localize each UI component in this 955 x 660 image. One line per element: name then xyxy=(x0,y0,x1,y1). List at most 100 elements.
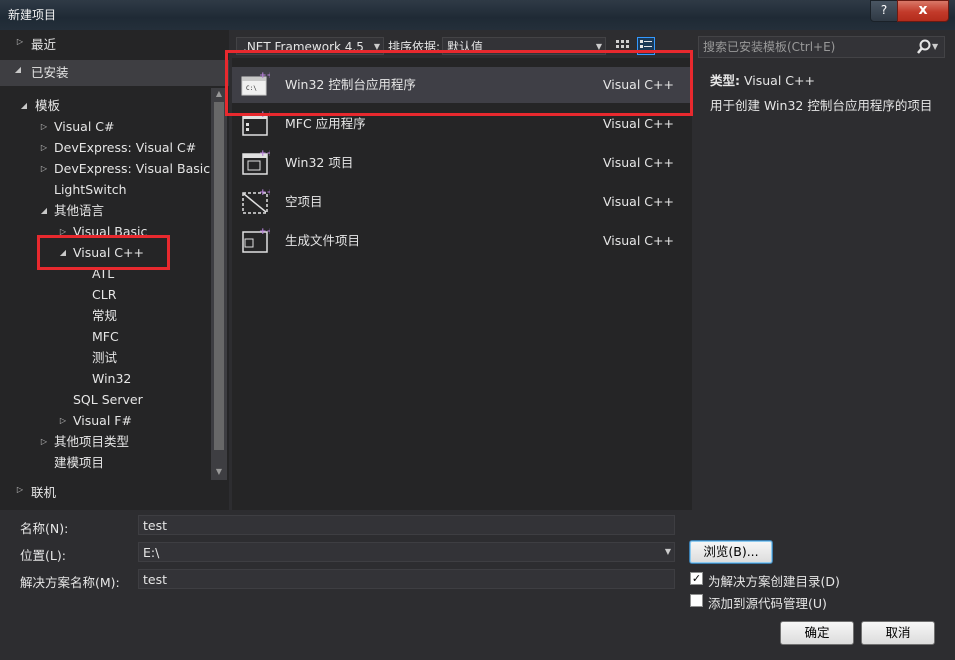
source-control-label: 添加到源代码管理(U) xyxy=(708,596,827,611)
scroll-down-icon[interactable]: ▼ xyxy=(214,466,224,478)
tree-section-label: 已安装 xyxy=(31,65,69,80)
tree-section-online[interactable]: ▷ 联机 xyxy=(0,480,229,506)
description-text: 用于创建 Win32 控制台应用程序的项目 xyxy=(710,98,933,113)
chevron-down-icon[interactable]: ▼ xyxy=(932,39,938,55)
tree-item-label: 其他项目类型 xyxy=(54,434,130,449)
template-description: 类型: Visual C++ 用于创建 Win32 控制台应用程序的项目 xyxy=(710,68,950,118)
template-row-makefile[interactable]: ++ 生成文件项目 Visual C++ xyxy=(232,223,692,259)
sort-label: 排序依据: xyxy=(388,40,441,54)
description-type-value: Visual C++ xyxy=(743,73,815,88)
tree-scrollbar[interactable]: ▲ ▼ xyxy=(211,88,227,480)
ok-button[interactable]: 确定 xyxy=(780,621,854,645)
svg-text:C:\: C:\ xyxy=(246,85,257,92)
tree-item-label: 常规 xyxy=(92,308,118,323)
makefile-project-icon: ++ xyxy=(242,227,270,253)
location-combo[interactable]: E:\ ▼ xyxy=(138,542,675,562)
tree-item-label: Visual F# xyxy=(73,413,132,428)
tree-item-label: 测试 xyxy=(92,350,118,365)
tree-item-label: LightSwitch xyxy=(54,182,127,197)
tree-section-label: 最近 xyxy=(31,37,57,52)
create-directory-checkbox[interactable]: ✓ xyxy=(690,572,703,585)
solution-name-input[interactable]: test xyxy=(138,569,675,589)
framework-select[interactable]: .NET Framework 4.5 ▼ xyxy=(236,37,384,55)
source-control-checkbox[interactable] xyxy=(690,594,703,607)
window-title: 新建项目 xyxy=(8,8,57,22)
template-name: 空项目 xyxy=(285,194,323,209)
dialog-body: ▷ 最近 ◢ 已安装 ◢ 模板 ▷ Visual C# ▷ DevExpress: V… xyxy=(0,30,955,660)
template-language: Visual C++ xyxy=(603,233,674,248)
description-type-label: 类型: xyxy=(710,73,740,88)
tree-item-label: MFC xyxy=(92,329,119,344)
template-tree: ▷ 最近 ◢ 已安装 ◢ 模板 ▷ Visual C# ▷ DevExpress: V… xyxy=(0,30,229,510)
tree-item-label: Visual Basic xyxy=(73,224,148,239)
template-name: Win32 项目 xyxy=(285,155,354,170)
tree-item-label: Visual C++ xyxy=(73,245,144,260)
tree-section-recent[interactable]: ▷ 最近 xyxy=(0,32,229,58)
template-toolbar: .NET Framework 4.5 ▼ 排序依据: 默认值 ▼ xyxy=(232,30,692,58)
expand-arrow-icon[interactable]: ▷ xyxy=(38,432,50,452)
expand-arrow-icon: ▷ xyxy=(16,485,24,494)
name-input[interactable]: test xyxy=(138,515,675,535)
location-value: E:\ xyxy=(143,545,160,560)
sort-select[interactable]: 默认值 ▼ xyxy=(442,37,606,55)
tree-item-label: DevExpress: Visual Basic xyxy=(54,161,211,176)
svg-text:++: ++ xyxy=(259,149,270,159)
collapse-arrow-icon[interactable]: ◢ xyxy=(57,243,69,263)
expand-arrow-icon[interactable]: ▷ xyxy=(57,222,69,242)
list-view-icon xyxy=(640,40,652,53)
template-list: C:\ ++ Win32 控制台应用程序 Visual C++ ++ MFC 应… xyxy=(232,58,692,510)
tree-section-installed[interactable]: ◢ 已安装 xyxy=(0,60,229,86)
template-row-win32[interactable]: ++ Win32 项目 Visual C++ xyxy=(232,145,692,181)
search-input[interactable] xyxy=(701,38,915,56)
tree-item-label: 其他语言 xyxy=(54,203,105,218)
win32-project-icon: ++ xyxy=(242,149,270,175)
template-row-empty[interactable]: ++ 空项目 Visual C++ xyxy=(232,184,692,220)
svg-text:++: ++ xyxy=(259,227,270,237)
console-app-icon: C:\ ++ xyxy=(241,71,270,96)
browse-button[interactable]: 浏览(B)... xyxy=(689,540,773,564)
svg-text:++: ++ xyxy=(259,71,270,81)
chevron-down-icon: ▼ xyxy=(595,42,602,51)
tree-item-label: 建模项目 xyxy=(54,455,105,470)
expand-arrow-icon[interactable]: ▷ xyxy=(38,159,50,179)
collapse-arrow-icon: ◢ xyxy=(14,65,22,74)
tree-item-label: Visual C# xyxy=(54,119,115,134)
template-row-mfc[interactable]: ++ MFC 应用程序 Visual C++ xyxy=(232,106,692,142)
template-name: MFC 应用程序 xyxy=(285,116,366,131)
collapse-arrow-icon[interactable]: ◢ xyxy=(38,201,50,221)
cancel-button[interactable]: 取消 xyxy=(861,621,935,645)
list-view-button[interactable] xyxy=(637,37,655,55)
name-label: 名称(N): xyxy=(20,521,69,536)
search-icon[interactable] xyxy=(915,38,933,56)
tree-section-label: 联机 xyxy=(31,485,57,500)
expand-arrow-icon[interactable]: ▷ xyxy=(38,138,50,158)
title-bar: 新建项目 ? x xyxy=(0,0,955,30)
description-type-line: 类型: Visual C++ xyxy=(710,68,950,93)
framework-select-value: .NET Framework 4.5 xyxy=(243,40,364,54)
chevron-down-icon[interactable]: ▼ xyxy=(665,543,671,561)
expand-arrow-icon[interactable]: ▷ xyxy=(57,411,69,431)
grid-view-button[interactable] xyxy=(613,37,631,55)
solution-name-label: 解决方案名称(M): xyxy=(20,575,120,590)
template-language: Visual C++ xyxy=(603,194,674,209)
scroll-up-icon[interactable]: ▲ xyxy=(214,88,224,100)
create-directory-label: 为解决方案创建目录(D) xyxy=(708,574,840,589)
tree-item-label: SQL Server xyxy=(73,392,143,407)
svg-text:++: ++ xyxy=(259,188,270,198)
help-button[interactable]: ? xyxy=(870,0,898,22)
scrollbar-thumb[interactable] xyxy=(214,102,224,450)
template-name: 生成文件项目 xyxy=(285,233,361,248)
tree-item-label: CLR xyxy=(92,287,117,302)
tree-item-label: DevExpress: Visual C# xyxy=(54,140,197,155)
close-button[interactable]: x xyxy=(897,0,949,22)
svg-text:++: ++ xyxy=(259,110,270,120)
tree-item-label: Win32 xyxy=(92,371,132,386)
template-row-console[interactable]: C:\ ++ Win32 控制台应用程序 Visual C++ xyxy=(232,67,692,103)
collapse-arrow-icon: ◢ xyxy=(20,101,28,110)
template-language: Visual C++ xyxy=(603,155,674,170)
chevron-down-icon: ▼ xyxy=(373,42,380,51)
expand-arrow-icon: ▷ xyxy=(16,37,24,46)
template-name: Win32 控制台应用程序 xyxy=(285,77,416,92)
sort-select-value: 默认值 xyxy=(447,40,484,54)
expand-arrow-icon[interactable]: ▷ xyxy=(38,117,50,137)
